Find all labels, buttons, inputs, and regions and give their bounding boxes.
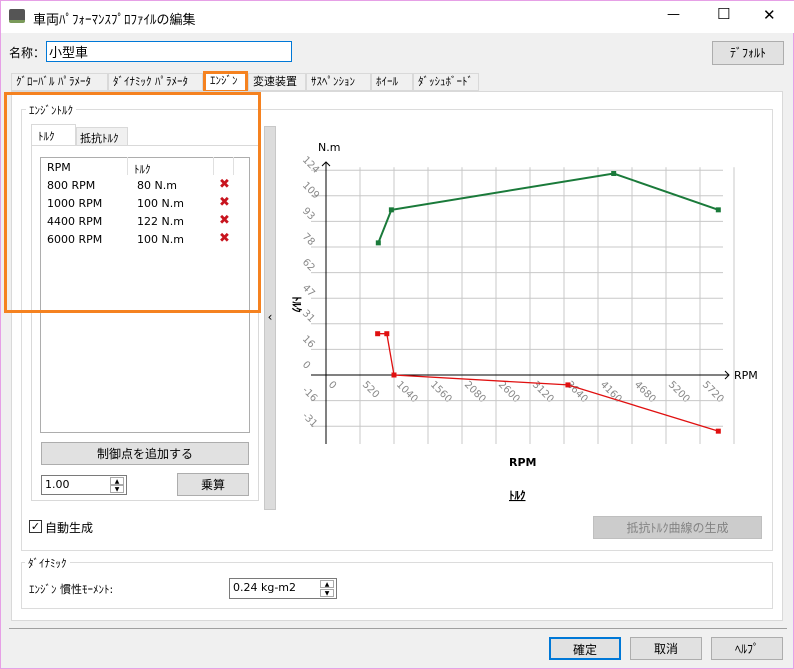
help-button[interactable]: ﾍﾙﾌﾟ [711,637,783,660]
minimize-button[interactable]: — [667,7,680,22]
highlight-box [4,92,261,313]
x-tick-label: 1560 [428,379,454,405]
x-tick-label: 2600 [496,379,522,405]
tab-transmission[interactable]: 変速装置 [248,73,306,91]
tab-global-params[interactable]: ｸﾞﾛｰﾊﾞﾙ ﾊﾟﾗﾒｰﾀ [11,73,108,91]
data-point [611,171,617,177]
name-input[interactable] [46,41,292,62]
inertia-value: 0.24 kg-m2 [233,581,297,594]
data-point [375,240,381,246]
y-tick-label: -16 [300,385,319,404]
x-tick-label: 520 [360,379,381,400]
dynamic-group-label: ﾀﾞｲﾅﾐｯｸ [25,555,70,571]
auto-generate-checkbox[interactable]: ✓ [29,520,42,533]
y-axis-title: ﾄﾙｸ [291,296,303,313]
y-tick-label: 0 [300,359,312,371]
x-tick-label: 0 [326,379,338,391]
y-tick-label: -31 [300,411,319,430]
tab-dashboard[interactable]: ﾀﾞｯｼｭﾎﾞｰﾄﾞ [413,73,479,91]
x-tick-label: 5200 [666,379,692,405]
x-tick-label: 2080 [462,379,488,405]
x-axis-title: RPM [509,456,536,469]
y-tick-label: 93 [300,206,317,223]
chart-title: ﾄﾙｸ [509,489,526,502]
name-label: 名称： [9,46,46,60]
tab-engine[interactable]: ｴﾝｼﾞﾝ [203,71,248,93]
y-tick-label: 109 [300,180,321,201]
stepper-down-icon[interactable]: ▼ [110,485,124,493]
x-tick-label: 1040 [394,379,420,405]
data-point [391,372,397,378]
app-icon [9,9,25,23]
stepper-up-icon[interactable]: ▲ [110,477,124,485]
data-point [375,331,381,337]
tab-suspension[interactable]: ｻｽﾍﾟﾝｼｮﾝ [306,73,371,91]
inertia-stepper[interactable]: 0.24 kg-m2 ▲ ▼ [229,578,337,599]
data-point [715,207,721,213]
title-bar: 車両ﾊﾟﾌｫｰﾏﾝｽﾌﾟﾛﾌｧｲﾙの編集 — ☐ ✕ [1,1,794,33]
data-point [565,382,571,388]
multiply-button[interactable]: 乗算 [177,473,249,496]
tab-wheel[interactable]: ﾎｲｰﾙ [371,73,413,91]
footer-divider [9,628,787,629]
x-tick-label: 5720 [700,379,726,405]
generate-resist-curve-button[interactable]: 抵抗ﾄﾙｸ曲線の生成 [593,516,762,539]
multiplier-value: 1.00 [45,478,70,491]
series-line [377,172,719,244]
window-title: 車両ﾊﾟﾌｫｰﾏﾝｽﾌﾟﾛﾌｧｲﾙの編集 [33,13,196,28]
data-point [388,207,394,213]
maximize-button[interactable]: ☐ [717,5,730,23]
stepper-down-icon[interactable]: ▼ [320,589,334,597]
tab-dynamic-params[interactable]: ﾀﾞｲﾅﾐｯｸ ﾊﾟﾗﾒｰﾀ [108,73,203,91]
multiplier-stepper[interactable]: 1.00 ▲ ▼ [41,475,127,495]
y-tick-label: 124 [300,155,321,176]
stepper-up-icon[interactable]: ▲ [320,580,334,588]
data-point [384,331,390,337]
data-point [715,428,721,434]
dynamic-group [21,562,773,609]
close-button[interactable]: ✕ [763,6,776,24]
y-tick-label: 78 [300,231,317,248]
y-tick-label: 62 [300,257,317,274]
cancel-button[interactable]: 取消 [630,637,702,660]
collapse-panel-button[interactable]: ‹ [264,126,276,510]
series-line [377,333,719,432]
add-control-point-button[interactable]: 制御点を追加する [41,442,249,465]
default-button[interactable]: ﾃﾞﾌｫﾙﾄ [712,41,784,65]
torque-chart: 0 520 1040 1560 2080 2600 3120 3640 4160 4680 5200… [291,141,758,502]
ok-button[interactable]: 確定 [549,637,621,660]
y-tick-label: 16 [300,334,317,351]
x-tick-label: 4680 [632,379,658,405]
inertia-label: ｴﾝｼﾞﾝ 慣性ﾓｰﾒﾝﾄ: [29,583,114,596]
y-unit-label: N.m [318,141,340,154]
x-axis-end-label: RPM [734,369,758,382]
auto-generate-label: 自動生成 [45,521,94,535]
